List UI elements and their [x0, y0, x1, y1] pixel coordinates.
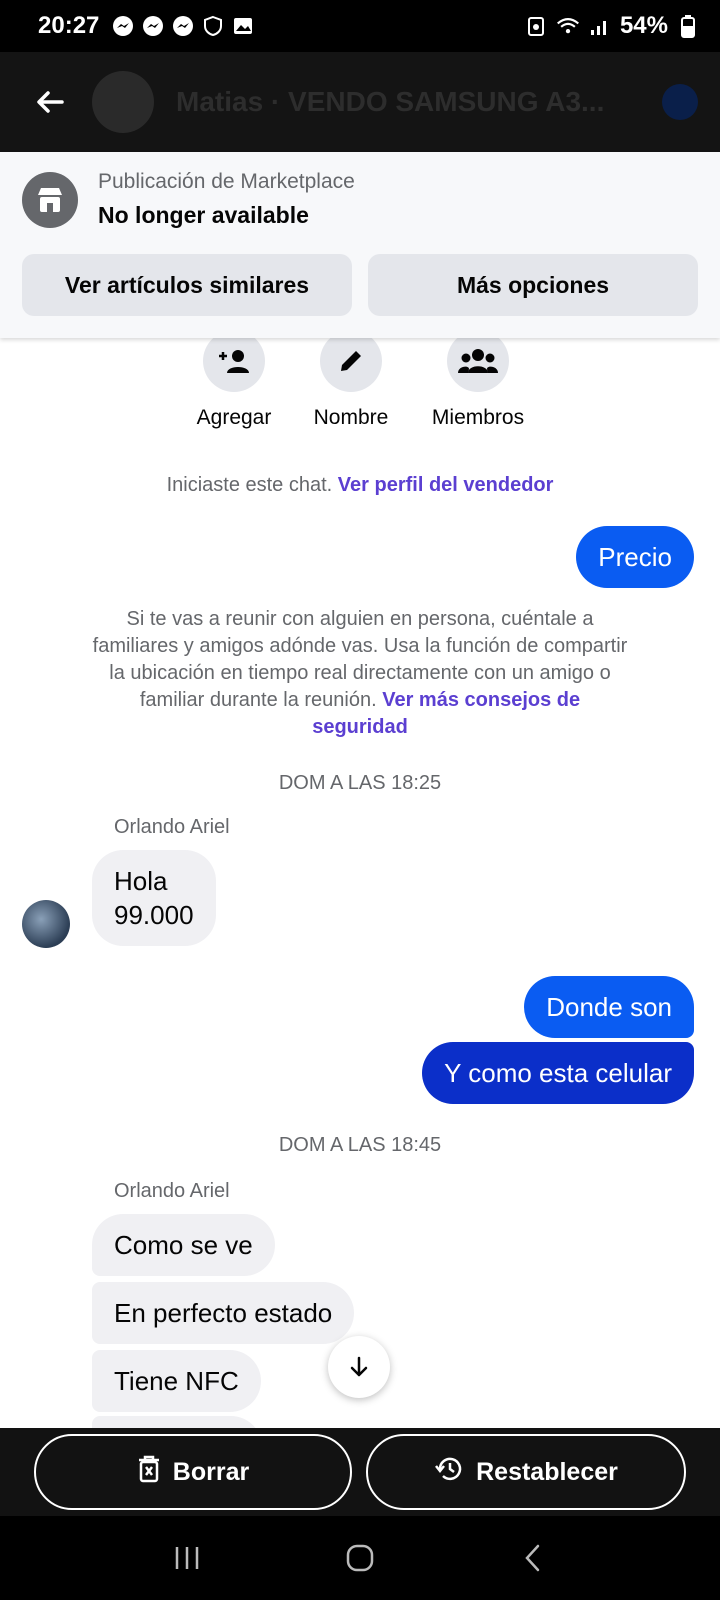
timestamp: DOM A LAS 18:25	[278, 772, 442, 794]
chat-header: Matias · VENDO SAMSUNG A3...	[0, 52, 720, 152]
message-bubble-outgoing[interactable]: Y como esta celular	[422, 1042, 694, 1104]
message-line: Hola	[114, 866, 168, 896]
add-person-button[interactable]: Agregar	[174, 330, 294, 430]
message-line: 99.000	[114, 900, 194, 930]
data-saver-icon	[524, 14, 548, 38]
restore-label: Restablecer	[476, 1457, 618, 1486]
shield-icon	[201, 14, 225, 38]
delete-button[interactable]: Borrar	[34, 1434, 352, 1510]
info-icon[interactable]	[662, 84, 698, 120]
timestamp: DOM A LAS 18:45	[278, 1134, 442, 1156]
marketplace-panel: Publicación de Marketplace No longer ava…	[0, 152, 720, 338]
message-bubble-outgoing[interactable]: Donde son	[524, 976, 694, 1038]
delete-label: Borrar	[172, 1457, 250, 1486]
status-time: 20:27	[38, 12, 100, 39]
seller-profile-link[interactable]: Ver perfil del vendedor	[338, 474, 554, 496]
system-nav-bar	[0, 1516, 720, 1600]
recent-apps-icon[interactable]	[163, 1534, 211, 1582]
battery-icon	[676, 14, 700, 38]
add-person-icon	[203, 330, 265, 392]
trash-icon	[137, 1455, 161, 1490]
chat-actions: Agregar Nombre Miembros	[0, 330, 720, 430]
signal-icon	[588, 14, 612, 38]
back-arrow-icon[interactable]	[22, 74, 78, 130]
battery-percent: 54%	[619, 12, 668, 39]
image-icon	[231, 14, 255, 38]
message-bubble-incoming[interactable]: Hola 99.000	[92, 850, 216, 946]
members-button[interactable]: Miembros	[418, 330, 538, 430]
scroll-down-button[interactable]	[328, 1336, 390, 1398]
storefront-icon	[22, 172, 78, 228]
status-bar: 20:27 54%	[0, 0, 720, 52]
pencil-icon	[320, 330, 382, 392]
message-bubble-incoming[interactable]: Tiene NFC	[92, 1350, 261, 1412]
listing-status: No longer available	[98, 202, 309, 228]
message-bubble-incoming[interactable]: En perfecto estado	[92, 1282, 355, 1344]
similar-items-button[interactable]: Ver artículos similares	[22, 254, 352, 316]
arrow-down-icon	[350, 1356, 368, 1377]
history-icon	[434, 1455, 464, 1490]
chat-title[interactable]: Matias · VENDO SAMSUNG A3...	[176, 86, 636, 118]
edit-name-button[interactable]: Nombre	[291, 330, 411, 430]
edit-name-label: Nombre	[313, 406, 389, 429]
wifi-icon	[556, 14, 580, 38]
members-label: Miembros	[431, 406, 525, 429]
status-right: 54%	[524, 12, 700, 40]
group-icon	[447, 330, 509, 392]
chat-started-note: Iniciaste este chat. Ver perfil del vend…	[0, 472, 720, 499]
marketplace-subtitle: Publicación de Marketplace	[98, 170, 355, 193]
messenger-icon	[141, 14, 165, 38]
avatar[interactable]	[92, 71, 154, 133]
home-icon[interactable]	[336, 1534, 384, 1582]
sender-name: Orlando Ariel	[114, 816, 230, 838]
avatar[interactable]	[22, 900, 70, 948]
notification-icons	[111, 14, 255, 38]
back-icon[interactable]	[509, 1534, 557, 1582]
messenger-icon	[171, 14, 195, 38]
bottom-action-bar: Borrar Restablecer	[0, 1428, 720, 1516]
safety-note: Si te vas a reunir con alguien en person…	[90, 606, 630, 741]
more-options-button[interactable]: Más opciones	[368, 254, 698, 316]
add-person-label: Agregar	[196, 406, 272, 429]
message-bubble-incoming[interactable]: Como se ve	[92, 1214, 275, 1276]
restore-button[interactable]: Restablecer	[366, 1434, 686, 1510]
sender-name: Orlando Ariel	[114, 1180, 230, 1202]
message-bubble-outgoing[interactable]: Precio	[576, 526, 694, 588]
messenger-icon	[111, 14, 135, 38]
chat-started-text: Iniciaste este chat.	[166, 474, 333, 496]
